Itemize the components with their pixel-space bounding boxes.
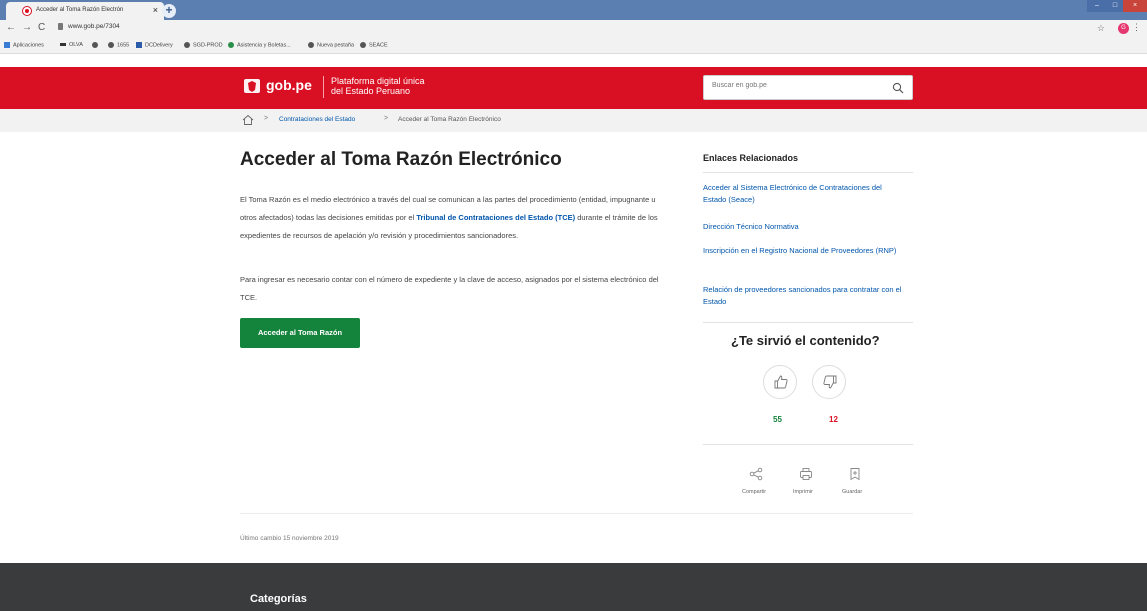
- divider: [703, 172, 913, 173]
- site-header: gob.pe Plataforma digital única del Esta…: [0, 67, 1147, 109]
- globe-icon: [360, 42, 366, 48]
- bookmark-nueva-pestana[interactable]: Nueva pestaña: [308, 42, 354, 48]
- bookmark-dcdelivery[interactable]: DCDelivery: [136, 42, 173, 48]
- address-bar[interactable]: www.gob.pe/7304: [68, 23, 120, 30]
- home-icon[interactable]: [242, 114, 254, 126]
- profile-avatar[interactable]: G: [1118, 23, 1129, 34]
- related-link-rnp[interactable]: Inscripción en el Registro Nacional de P…: [703, 245, 903, 257]
- print-icon[interactable]: [799, 467, 813, 481]
- bookmark-olva[interactable]: OLVA: [60, 42, 83, 48]
- site-footer: Categorías: [0, 563, 1147, 611]
- logo-divider: [323, 76, 324, 98]
- page-title: Acceder al Toma Razón Electrónico: [240, 149, 562, 170]
- thumbs-down-button[interactable]: [812, 365, 846, 399]
- related-link-dtn[interactable]: Dirección Técnico Normativa: [703, 221, 903, 233]
- divider: [240, 513, 913, 514]
- globe-icon: [108, 42, 114, 48]
- acceder-toma-razon-button[interactable]: Acceder al Toma Razón: [240, 318, 360, 348]
- breadcrumb-current: Acceder al Toma Razón Electrónico: [398, 116, 501, 123]
- site-search: [703, 75, 913, 100]
- divider: [703, 444, 913, 445]
- thumbs-down-icon: [823, 375, 837, 389]
- intro-paragraph: El Toma Razón es el medio electrónico a …: [240, 195, 658, 240]
- search-icon[interactable]: [892, 82, 904, 94]
- browser-toolbar: ← → C www.gob.pe/7304 ☆ G ⋮: [0, 20, 1147, 38]
- new-tab-icon[interactable]: +: [162, 4, 176, 18]
- share-label[interactable]: Compartir: [742, 489, 766, 495]
- olva-icon: [60, 43, 66, 47]
- close-icon[interactable]: ×: [153, 5, 158, 15]
- browser-tab-bar: Acceder al Toma Razón Electrón × + – □ ×: [0, 0, 1147, 20]
- window-close-icon[interactable]: ×: [1123, 0, 1147, 12]
- search-input[interactable]: [712, 82, 882, 89]
- peru-favicon-icon: [23, 7, 31, 15]
- thumbs-up-icon: [774, 375, 788, 389]
- footer-categories-title: Categorías: [250, 593, 307, 605]
- bookmark-asistencia[interactable]: Asistencia y Boletas...: [228, 42, 291, 48]
- bookmarks-bar: Aplicaciones OLVA 1655 DCDelivery SGD-PR…: [0, 38, 1147, 54]
- reload-icon[interactable]: C: [38, 22, 45, 33]
- tce-link[interactable]: Tribunal de Contrataciones del Estado (T…: [416, 213, 575, 222]
- platform-tagline: Plataforma digital única del Estado Peru…: [331, 76, 425, 96]
- doc-icon: [136, 42, 142, 48]
- bookmark-1655[interactable]: 1655: [108, 42, 129, 48]
- related-link-sancionados[interactable]: Relación de proveedores sancionados para…: [703, 284, 903, 308]
- share-icon[interactable]: [749, 467, 763, 481]
- bookmark-sgd-prod[interactable]: SGD-PROD: [184, 42, 223, 48]
- minimize-icon[interactable]: –: [1087, 0, 1107, 12]
- forward-icon[interactable]: →: [22, 22, 32, 33]
- print-label[interactable]: Imprimir: [793, 489, 813, 495]
- likes-count: 55: [773, 415, 782, 424]
- related-link-seace[interactable]: Acceder al Sistema Electrónico de Contra…: [703, 182, 903, 206]
- bookmark-star-icon[interactable]: ☆: [1097, 23, 1105, 34]
- thumbs-up-button[interactable]: [763, 365, 797, 399]
- peru-shield-icon[interactable]: [243, 77, 261, 95]
- bookmark-seace[interactable]: SEACE: [360, 42, 388, 48]
- breadcrumb: > Contrataciones del Estado > Acceder al…: [0, 109, 1147, 132]
- apps-grid-icon: [4, 42, 10, 48]
- diamond-icon: [228, 42, 234, 48]
- access-paragraph: Para ingresar es necesario contar con el…: [240, 275, 659, 302]
- related-links-title: Enlaces Relacionados: [703, 153, 799, 163]
- feedback-title: ¿Te sirvió el contenido?: [731, 333, 880, 348]
- breadcrumb-contrataciones[interactable]: Contrataciones del Estado: [279, 116, 355, 123]
- maximize-icon[interactable]: □: [1107, 0, 1123, 12]
- bookmark-globe-1[interactable]: [92, 42, 101, 48]
- last-updated: Último cambio 15 noviembre 2019: [240, 535, 339, 542]
- dislikes-count: 12: [829, 415, 838, 424]
- globe-icon: [184, 42, 190, 48]
- divider: [703, 322, 913, 323]
- lock-icon: [58, 23, 63, 30]
- save-label[interactable]: Guardar: [842, 489, 862, 495]
- bookmark-icon[interactable]: [848, 467, 862, 481]
- browser-tab[interactable]: Acceder al Toma Razón Electrón ×: [6, 2, 164, 20]
- window-controls: – □ ×: [1087, 0, 1147, 14]
- breadcrumb-separator: >: [264, 115, 269, 122]
- site-logo[interactable]: gob.pe: [266, 77, 312, 93]
- globe-icon: [92, 42, 98, 48]
- bookmark-apps[interactable]: Aplicaciones: [4, 42, 44, 48]
- globe-icon: [308, 42, 314, 48]
- menu-kebab-icon[interactable]: ⋮: [1132, 22, 1141, 33]
- back-icon[interactable]: ←: [6, 22, 16, 33]
- breadcrumb-separator: >: [384, 115, 389, 122]
- tab-title: Acceder al Toma Razón Electrón: [36, 7, 124, 13]
